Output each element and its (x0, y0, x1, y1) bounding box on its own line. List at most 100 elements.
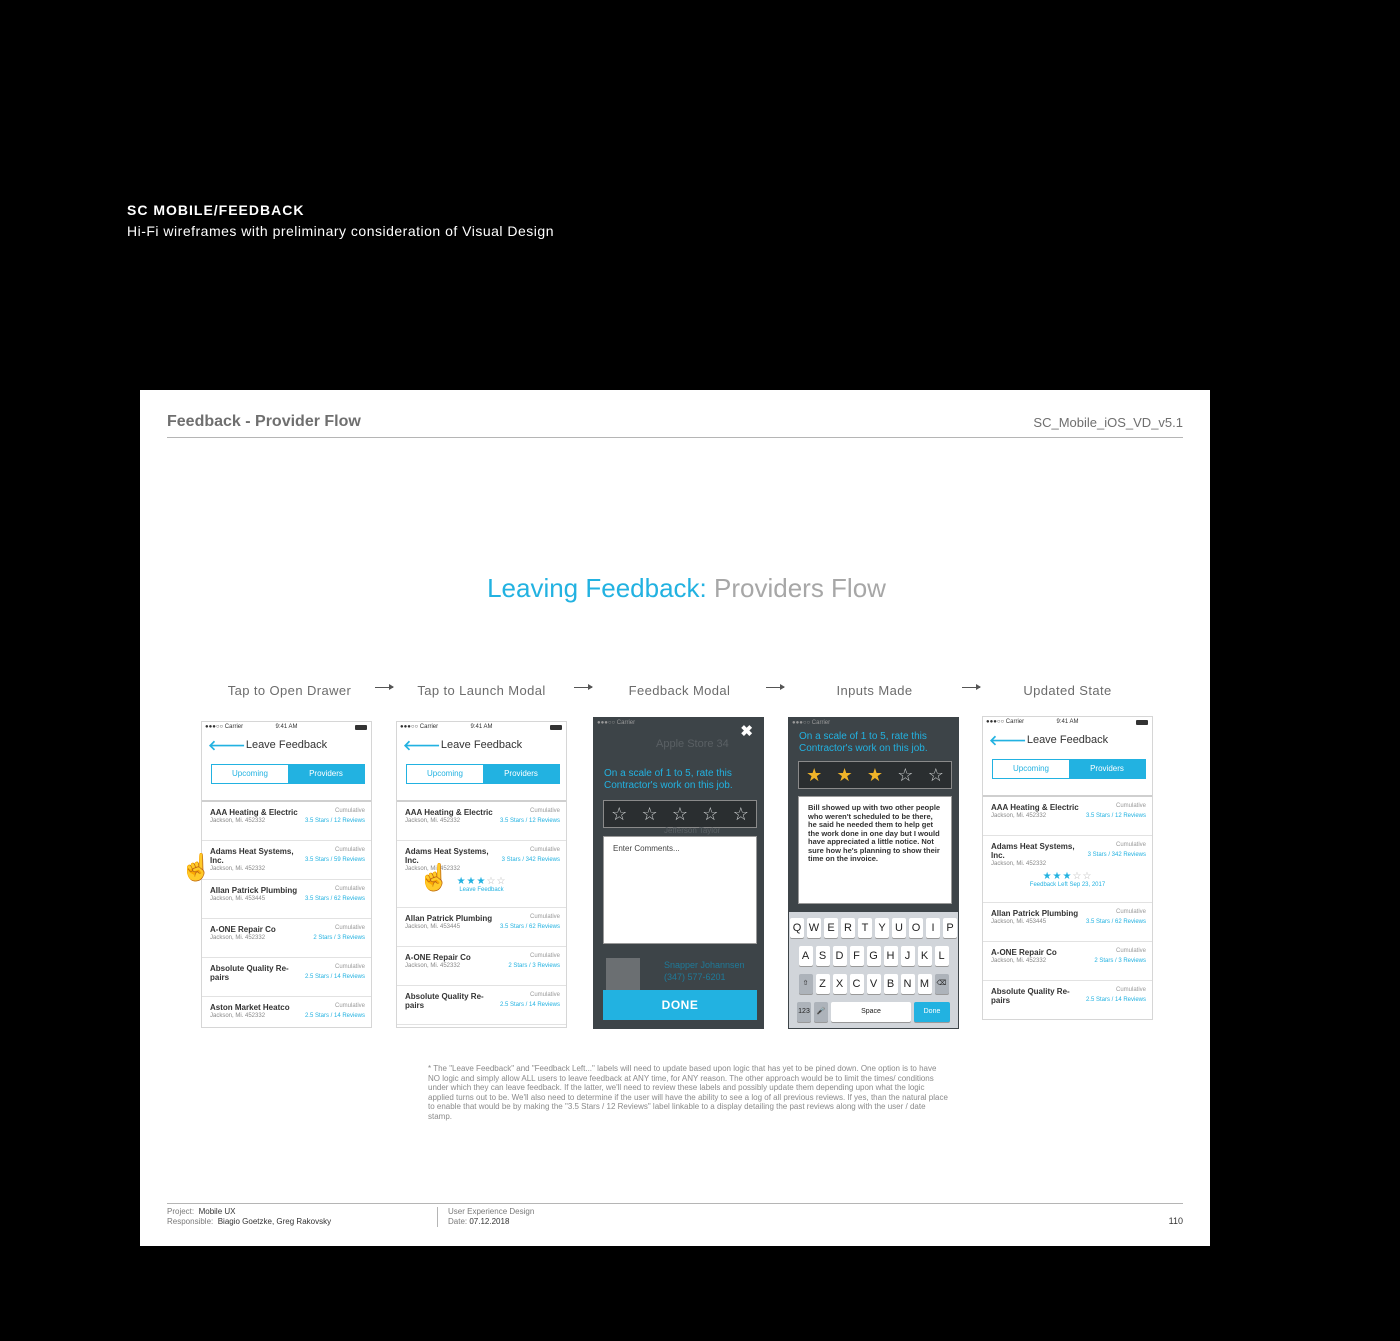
list-item[interactable]: Aston Market Heatco Jackson, Mi. 452332 … (202, 997, 371, 1027)
list-item[interactable]: A-ONE Repair Co Jackson, Mi. 452332 Cumu… (983, 942, 1152, 981)
provider-name: Adams Heat Systems, Inc. (210, 847, 294, 865)
rating-link[interactable]: 3 Stars / 342 Reviews (502, 857, 560, 863)
star-icon[interactable]: ☆ (702, 804, 718, 825)
cumulative-label: Cumulative (529, 847, 560, 853)
keyboard: Q W E R T Y U O I P A S D F G H J K L ⇧ … (789, 912, 958, 1028)
list-item[interactable]: AAA Heating & Electric Jackson, Mi. 4523… (202, 802, 371, 841)
keyboard-row-2: A S D F G H J K L (789, 946, 958, 966)
star-icon[interactable]: ☆ (642, 804, 658, 825)
tab-providers[interactable]: Providers (1069, 760, 1145, 778)
rating-link[interactable]: 3.5 Stars / 62 Reviews (1086, 919, 1146, 925)
list-item-expanded[interactable]: Adams Heat Systems, Inc. Jackson, Mi. 45… (983, 836, 1152, 903)
list-item[interactable]: A-ONE Repair Co Jackson, Mi. 452332 Cumu… (202, 919, 371, 958)
nav-title: Leave Feedback (440, 739, 523, 751)
tab-providers[interactable]: Providers (288, 765, 364, 783)
star-rating-input[interactable]: ☆ ☆ ☆ ☆ ☆ (603, 800, 757, 828)
key[interactable]: L (934, 946, 949, 966)
comments-textarea[interactable]: Enter Comments... (603, 836, 757, 944)
list-item[interactable]: Absolute Quality Re-pairs Cumulative 2.5… (202, 958, 371, 997)
key[interactable]: T (858, 918, 872, 938)
star-icon[interactable]: ☆ (897, 765, 913, 786)
star-rating-input[interactable]: ★ ★ ★ ☆ ☆ (798, 761, 952, 789)
background-title: Apple Store 34 (656, 738, 729, 750)
rating-link[interactable]: 2 Stars / 3 Reviews (313, 935, 365, 941)
numbers-key[interactable]: 123 (797, 1002, 811, 1022)
star-icon[interactable]: ☆ (672, 804, 688, 825)
comments-textarea[interactable]: Bill showed up with two other people who… (798, 796, 952, 904)
key[interactable]: O (909, 918, 923, 938)
key[interactable]: R (841, 918, 855, 938)
tab-upcoming[interactable]: Upcoming (212, 765, 288, 783)
star-icon[interactable]: ★ (867, 765, 883, 786)
rating-link[interactable]: 2.5 Stars / 14 Reviews (305, 974, 365, 980)
rating-link[interactable]: 2 Stars / 3 Reviews (1094, 958, 1146, 964)
key[interactable]: B (883, 974, 898, 994)
star-icon[interactable]: ☆ (928, 765, 944, 786)
rating-link[interactable]: 3.5 Stars / 12 Reviews (305, 818, 365, 824)
key[interactable]: S (815, 946, 830, 966)
list-item[interactable]: Allan Patrick Plumbing Jackson, Mi. 4534… (397, 908, 566, 947)
key[interactable]: Y (875, 918, 889, 938)
rating-link[interactable]: 2 Stars / 3 Reviews (508, 963, 560, 969)
provider-list: AAA Heating & Electric Jackson, Mi. 4523… (202, 800, 371, 1027)
key[interactable]: C (849, 974, 864, 994)
phone-screen-feedback-modal: ●●●○○ Carrier Apple Store 34 ✖ On a scal… (593, 717, 764, 1029)
rating-link[interactable]: 3.5 Stars / 59 Reviews (305, 857, 365, 863)
rating-link[interactable]: 2.5 Stars / 14 Reviews (305, 1013, 365, 1019)
star-icon[interactable]: ☆ (611, 804, 627, 825)
nav-bar: 🡐 Leave Feedback (983, 729, 1152, 751)
close-icon[interactable]: ✖ (740, 722, 753, 740)
key[interactable]: E (824, 918, 838, 938)
key[interactable]: F (849, 946, 864, 966)
list-item[interactable]: Adams Heat Systems, Inc. Jackson, Mi. 45… (202, 841, 371, 880)
rating-link[interactable]: 3.5 Stars / 12 Reviews (1086, 813, 1146, 819)
backspace-icon[interactable]: ⌫ (934, 974, 949, 994)
keyboard-done-key[interactable]: Done (914, 1002, 950, 1022)
rating-link[interactable]: 3.5 Stars / 62 Reviews (305, 896, 365, 902)
key[interactable]: K (917, 946, 932, 966)
list-item[interactable]: Allan Patrick Plumbing Jackson, Mi. 4534… (983, 903, 1152, 942)
key[interactable]: M (917, 974, 932, 994)
star-icon[interactable]: ★ (837, 765, 853, 786)
list-item[interactable]: AAA Heating & Electric Jackson, Mi. 4523… (397, 802, 566, 841)
clock-label: 9:41 AM (275, 724, 298, 730)
rating-link[interactable]: 3.5 Stars / 12 Reviews (500, 818, 560, 824)
list-item[interactable]: Allan Patrick Plumbing Jackson, Mi. 4534… (202, 880, 371, 919)
key[interactable]: W (807, 918, 821, 938)
key[interactable]: I (926, 918, 940, 938)
rating-link[interactable]: 2.5 Stars / 14 Reviews (1086, 997, 1146, 1003)
key[interactable]: Z (815, 974, 830, 994)
key[interactable]: H (883, 946, 898, 966)
done-button[interactable]: DONE (603, 990, 757, 1020)
list-item[interactable]: A-ONE Repair Co Jackson, Mi. 452332 Cumu… (397, 947, 566, 986)
space-key[interactable]: Space (831, 1002, 911, 1022)
key[interactable]: P (943, 918, 957, 938)
rating-link[interactable]: 3 Stars / 342 Reviews (1088, 852, 1146, 858)
nav-bar: 🡐 Leave Feedback (202, 734, 371, 756)
shift-icon[interactable]: ⇧ (798, 974, 813, 994)
provider-name: Allan Patrick Plumbing (405, 914, 493, 923)
rating-link[interactable]: 3.5 Stars / 62 Reviews (500, 924, 560, 930)
tab-upcoming[interactable]: Upcoming (993, 760, 1069, 778)
key[interactable]: V (866, 974, 881, 994)
flow-heading-rest: Providers Flow (706, 573, 886, 603)
key[interactable]: U (892, 918, 906, 938)
microphone-icon[interactable]: 🎤 (814, 1002, 828, 1022)
key[interactable]: D (832, 946, 847, 966)
key[interactable]: N (900, 974, 915, 994)
key[interactable]: X (832, 974, 847, 994)
key[interactable]: Q (790, 918, 804, 938)
key[interactable]: G (866, 946, 881, 966)
list-item[interactable]: Absolute Quality Re-pairs Cumulative 2.5… (983, 981, 1152, 1019)
battery-icon (550, 725, 562, 730)
tab-upcoming[interactable]: Upcoming (407, 765, 483, 783)
star-icon[interactable]: ☆ (733, 804, 749, 825)
list-item[interactable]: Absolute Quality Re-pairs Cumulative 2.5… (397, 986, 566, 1025)
star-icon[interactable]: ★ (806, 765, 822, 786)
tab-providers[interactable]: Providers (483, 765, 559, 783)
key[interactable]: A (798, 946, 813, 966)
list-item[interactable]: AAA Heating & Electric Jackson, Mi. 4523… (983, 797, 1152, 836)
cumulative-label: Cumulative (1115, 987, 1146, 993)
rating-link[interactable]: 2.5 Stars / 14 Reviews (500, 1002, 560, 1008)
key[interactable]: J (900, 946, 915, 966)
